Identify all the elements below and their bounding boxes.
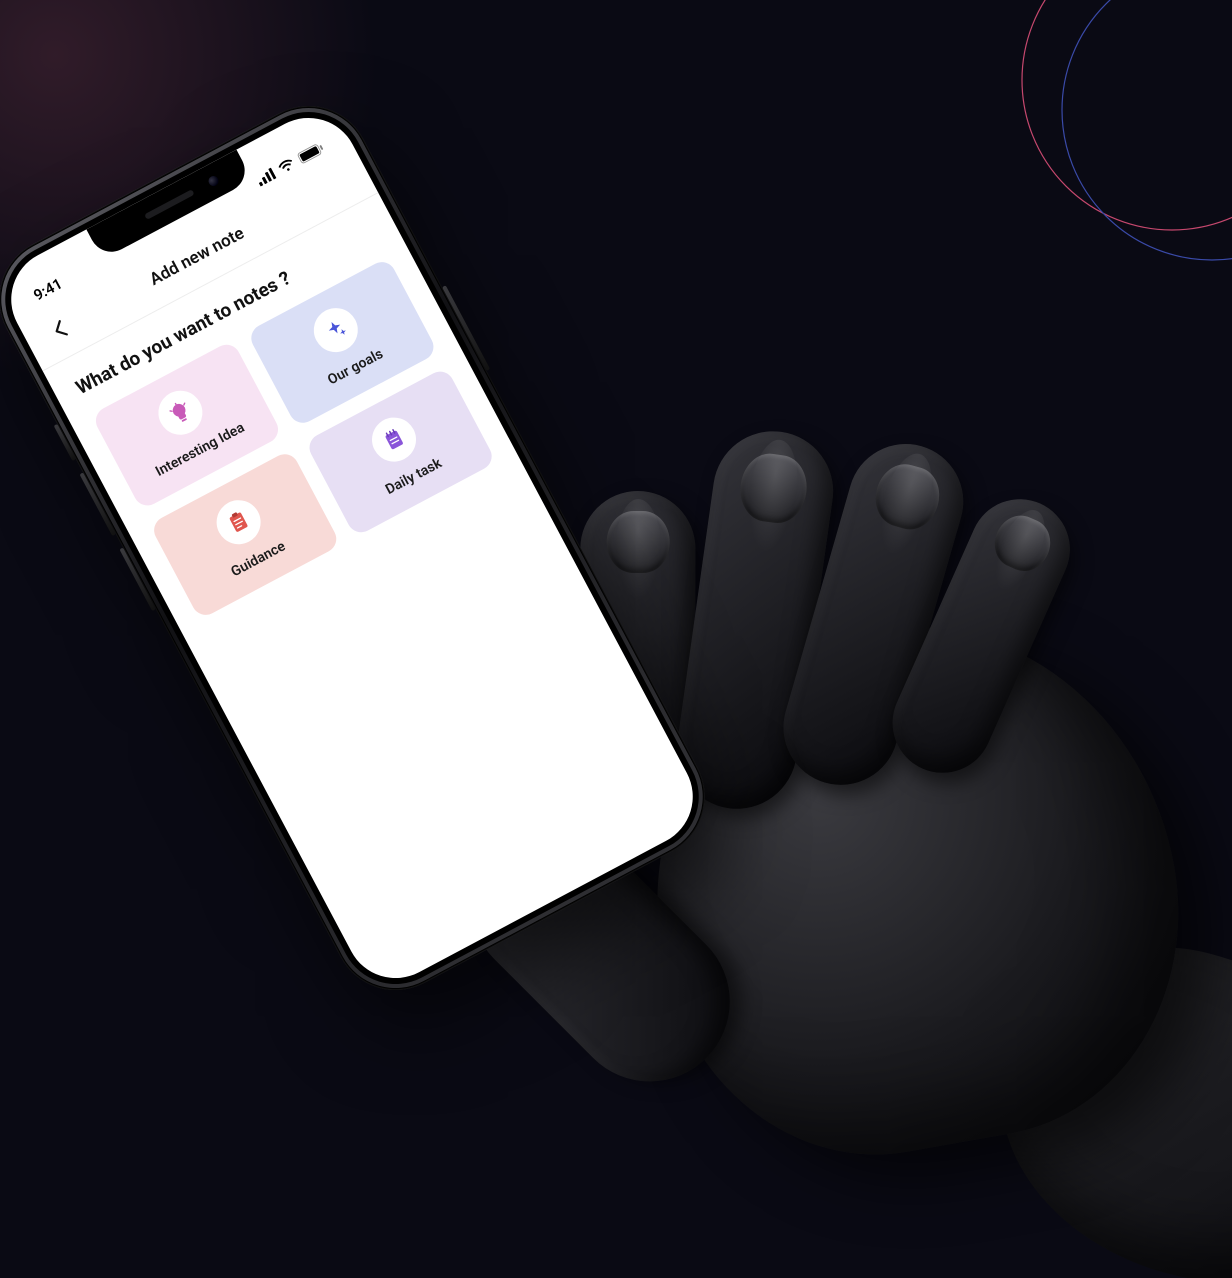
sparkle-icon bbox=[306, 300, 366, 360]
lightbulb-icon bbox=[151, 383, 211, 443]
notepad-icon bbox=[364, 410, 424, 470]
clipboard-icon bbox=[209, 492, 269, 552]
decorative-arcs bbox=[952, 0, 1232, 320]
phone-screen: 9:41 bbox=[0, 100, 710, 995]
phone-mockup: 9:41 bbox=[0, 84, 727, 1012]
card-label: Guidance bbox=[229, 538, 289, 580]
